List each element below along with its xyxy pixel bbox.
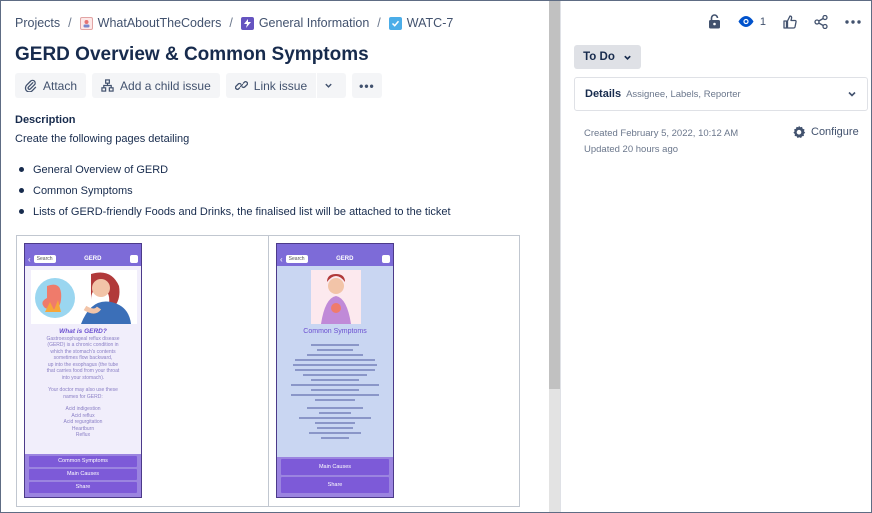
link-issue-button[interactable]: Link issue bbox=[225, 73, 317, 98]
add-child-issue-button[interactable]: Add a child issue bbox=[92, 73, 220, 98]
phone-button-area: Main Causes Share bbox=[277, 457, 393, 497]
link-icon bbox=[234, 81, 248, 90]
updated-date: Updated 20 hours ago bbox=[584, 144, 679, 155]
link-issue-group: Link issue bbox=[225, 73, 347, 98]
eye-icon bbox=[738, 16, 754, 27]
issue-toolbar: Attach Add a child issue Link issue ••• bbox=[15, 73, 382, 98]
share-icon bbox=[814, 14, 828, 29]
user-icon bbox=[382, 255, 390, 263]
list-item[interactable]: Common Symptoms bbox=[19, 180, 451, 201]
mockup-image-overview[interactable]: ‹ Search GERD What is GERD? Gastroesopha… bbox=[24, 243, 142, 498]
breadcrumb-separator: / bbox=[68, 16, 72, 30]
issue-title[interactable]: GERD Overview & Common Symptoms bbox=[15, 44, 369, 66]
phone-button-common-symptoms: Common Symptoms bbox=[29, 456, 137, 467]
issue-timestamps: Created February 5, 2022, 10:12 AM Updat… bbox=[584, 126, 738, 158]
thumbs-up-icon bbox=[783, 14, 797, 29]
paperclip-icon bbox=[24, 79, 37, 92]
share-button[interactable] bbox=[814, 14, 828, 29]
phone-status-bar bbox=[25, 244, 141, 252]
phone-text-block bbox=[291, 343, 379, 439]
phone-search: Search bbox=[285, 255, 308, 263]
issue-actions: 1 bbox=[708, 14, 861, 29]
status-label: To Do bbox=[583, 51, 615, 63]
symptoms-illustration bbox=[311, 270, 361, 324]
breadcrumb-separator: / bbox=[377, 16, 381, 30]
phone-content: Common Symptoms bbox=[277, 328, 393, 440]
list-item[interactable]: Lists of GERD-friendly Foods and Drinks,… bbox=[19, 201, 451, 222]
breadcrumb-project[interactable]: WhatAboutTheCoders bbox=[79, 16, 221, 30]
phone-button-share: Share bbox=[281, 477, 389, 493]
phone-heading: Common Symptoms bbox=[303, 328, 367, 335]
description-intro[interactable]: Create the following pages detailing bbox=[15, 133, 189, 145]
breadcrumb: Projects / WhatAboutTheCoders / General … bbox=[15, 16, 453, 30]
task-checkbox-icon bbox=[388, 16, 402, 30]
scrollbar-thumb[interactable] bbox=[549, 1, 560, 389]
description-label: Description bbox=[15, 114, 76, 126]
phone-status-bar bbox=[277, 244, 393, 252]
issue-sidebar: 1 To Do Details Assignee, Labels, Report… bbox=[560, 1, 871, 512]
details-summary: Assignee, Labels, Reporter bbox=[626, 88, 741, 100]
back-icon: ‹ bbox=[280, 254, 283, 264]
more-actions-button[interactable]: ••• bbox=[352, 73, 382, 98]
project-avatar-icon bbox=[79, 16, 93, 30]
phone-nav-bar: ‹ Search GERD bbox=[277, 252, 393, 266]
watch-button[interactable]: 1 bbox=[738, 16, 766, 28]
epic-lightning-icon bbox=[240, 16, 254, 30]
attachment-table: ‹ Search GERD What is GERD? Gastroesopha… bbox=[16, 235, 520, 507]
breadcrumb-epic[interactable]: General Information bbox=[240, 16, 369, 30]
back-icon: ‹ bbox=[28, 254, 31, 264]
phone-button-main-causes: Main Causes bbox=[281, 459, 389, 475]
chevron-down-icon bbox=[325, 83, 332, 88]
more-icon: ••• bbox=[359, 78, 375, 93]
table-cell: ‹ Search GERD What is GERD? Gastroesopha… bbox=[17, 236, 268, 506]
phone-nav-bar: ‹ Search GERD bbox=[25, 252, 141, 266]
table-cell: ‹ Search GERD Common Symptoms Main Cause… bbox=[268, 236, 519, 506]
breadcrumb-projects[interactable]: Projects bbox=[15, 16, 60, 30]
breadcrumb-issue[interactable]: WATC-7 bbox=[388, 16, 453, 30]
details-label: Details bbox=[585, 88, 622, 100]
mockup-image-symptoms[interactable]: ‹ Search GERD Common Symptoms Main Cause… bbox=[276, 243, 394, 498]
more-icon bbox=[845, 19, 861, 24]
breadcrumb-separator: / bbox=[229, 16, 233, 30]
phone-button-main-causes: Main Causes bbox=[29, 469, 137, 480]
chevron-down-icon bbox=[624, 55, 631, 60]
phone-title: GERD bbox=[84, 256, 102, 262]
restrict-button[interactable] bbox=[708, 14, 721, 29]
status-dropdown[interactable]: To Do bbox=[574, 45, 641, 69]
chevron-down-icon bbox=[848, 91, 856, 97]
user-icon bbox=[130, 255, 138, 263]
phone-text-line: Reflux bbox=[75, 432, 91, 438]
gear-icon bbox=[793, 125, 806, 138]
created-date: Created February 5, 2022, 10:12 AM bbox=[584, 128, 739, 139]
stomach-illustration bbox=[31, 270, 137, 324]
attach-button[interactable]: Attach bbox=[15, 73, 87, 98]
details-panel-toggle[interactable]: Details Assignee, Labels, Reporter bbox=[574, 77, 868, 111]
configure-button[interactable]: Configure bbox=[792, 125, 859, 139]
phone-title: GERD bbox=[336, 256, 354, 262]
phone-button-share: Share bbox=[29, 482, 137, 493]
hierarchy-icon bbox=[101, 79, 114, 92]
lock-icon bbox=[708, 14, 720, 29]
watchers-count: 1 bbox=[759, 15, 766, 28]
description-list: General Overview of GERD Common Symptoms… bbox=[19, 159, 451, 222]
list-item[interactable]: General Overview of GERD bbox=[19, 159, 451, 180]
phone-button-area: Common Symptoms Main Causes Share bbox=[25, 454, 141, 497]
more-options-button[interactable] bbox=[845, 19, 861, 24]
phone-search: Search bbox=[33, 255, 56, 263]
configure-label: Configure bbox=[811, 126, 859, 138]
phone-content: What is GERD? Gastroesophageal reflux di… bbox=[25, 328, 141, 439]
issue-main-pane: Projects / WhatAboutTheCoders / General … bbox=[1, 1, 549, 512]
link-issue-dropdown-button[interactable] bbox=[317, 73, 347, 98]
vote-button[interactable] bbox=[783, 14, 797, 29]
